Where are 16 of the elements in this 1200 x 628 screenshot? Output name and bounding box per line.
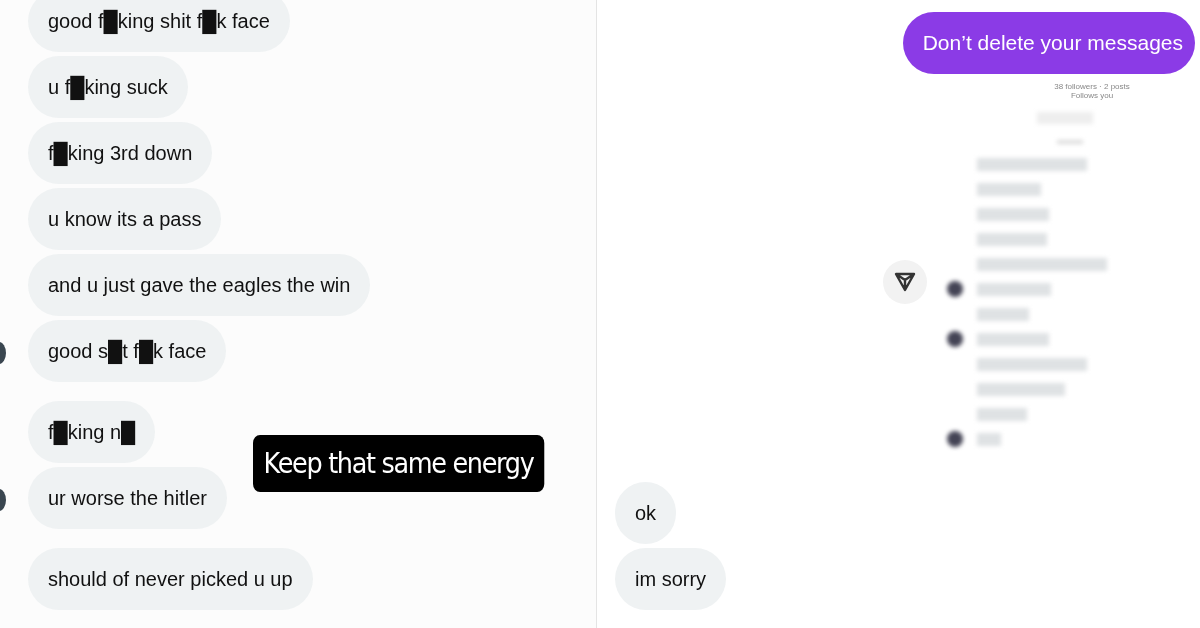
send-icon — [883, 260, 927, 304]
message-bubble: ok — [615, 482, 677, 544]
message-bubble: should of never picked u up — [28, 548, 313, 610]
sent-message-bubble: Don’t delete your messages — [902, 12, 1195, 74]
message-bubble: f█king 3rd down — [28, 122, 213, 184]
profile-stats: 38 followers · 2 posts — [1053, 82, 1131, 91]
message-bubble: ur worse the hitler — [28, 467, 227, 529]
message-bubble: u f█king suck — [28, 56, 188, 118]
message-bubble: and u just gave the eagles the win — [28, 254, 371, 316]
sticker-caption: Keep that same energy — [253, 435, 545, 492]
follows-label: Follows you — [1069, 91, 1115, 100]
message-bubble: u know its a pass — [28, 188, 222, 250]
message-bubble: im sorry — [615, 548, 727, 610]
message-bubble: good s█t f█k face — [28, 320, 227, 382]
message-bubble: f█king n█ — [28, 401, 156, 463]
message-bubble: good f█king shit f█k face — [28, 0, 290, 52]
